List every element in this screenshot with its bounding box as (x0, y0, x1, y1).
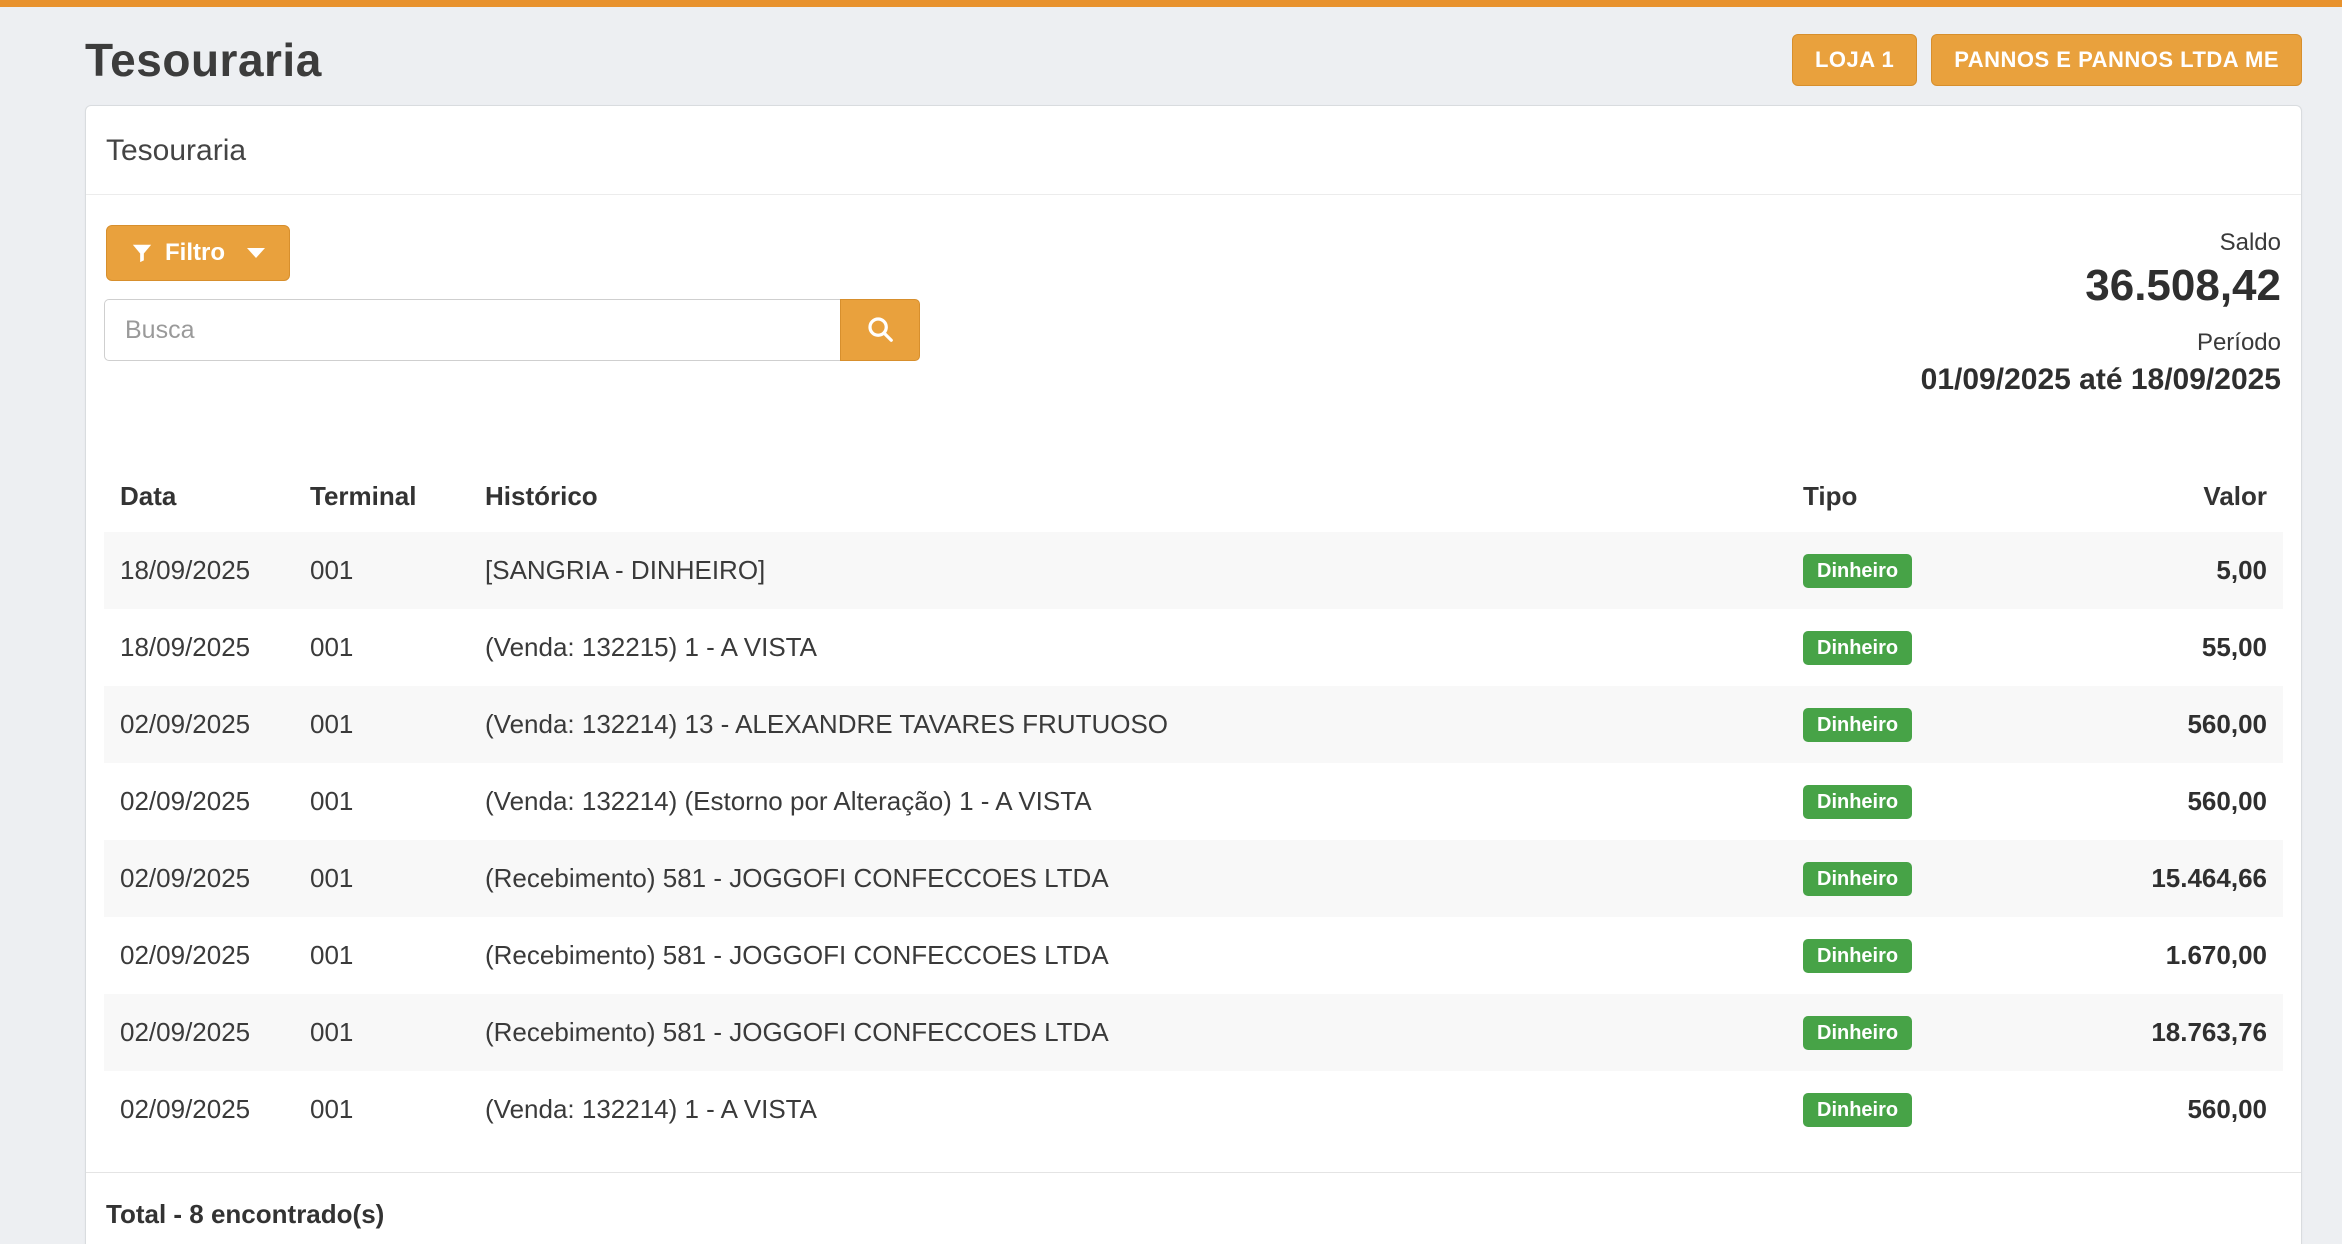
tipo-badge: Dinheiro (1803, 939, 1912, 973)
card-footer: Total - 8 encontrado(s) (86, 1172, 2301, 1244)
saldo-label: Saldo (1921, 229, 2281, 257)
cell-historico: (Venda: 132214) (Estorno por Alteração) … (469, 763, 1787, 840)
saldo-value: 36.508,42 (1921, 261, 2281, 311)
cell-terminal: 001 (294, 763, 469, 840)
tipo-badge: Dinheiro (1803, 708, 1912, 742)
search-group (104, 299, 920, 361)
table-row[interactable]: 18/09/2025 001 [SANGRIA - DINHEIRO] Dinh… (104, 532, 2283, 609)
cell-valor: 55,00 (1987, 609, 2283, 686)
total-count: Total - 8 encontrado(s) (104, 1199, 384, 1229)
tipo-badge: Dinheiro (1803, 1093, 1912, 1127)
cell-tipo: Dinheiro (1787, 609, 1987, 686)
cell-historico: [SANGRIA - DINHEIRO] (469, 532, 1787, 609)
cell-tipo: Dinheiro (1787, 840, 1987, 917)
cell-terminal: 001 (294, 532, 469, 609)
column-header-data: Data (104, 467, 294, 532)
card-header: Tesouraria (86, 106, 2301, 195)
column-header-terminal: Terminal (294, 467, 469, 532)
cell-valor: 560,00 (1987, 1071, 2283, 1148)
tipo-badge: Dinheiro (1803, 554, 1912, 588)
periodo-value: 01/09/2025 até 18/09/2025 (1921, 363, 2281, 397)
cell-valor: 560,00 (1987, 763, 2283, 840)
company-button[interactable]: PANNOS E PANNOS LTDA ME (1931, 34, 2302, 86)
table-header: Data Terminal Histórico Tipo Valor (104, 467, 2283, 532)
cell-historico: (Recebimento) 581 - JOGGOFI CONFECCOES L… (469, 917, 1787, 994)
top-accent-bar (0, 0, 2342, 7)
transactions-table: Data Terminal Histórico Tipo Valor 18/09… (104, 467, 2283, 1148)
tesouraria-card: Tesouraria Filtro (85, 105, 2302, 1244)
cell-terminal: 001 (294, 609, 469, 686)
cell-valor: 5,00 (1987, 532, 2283, 609)
cell-terminal: 001 (294, 840, 469, 917)
cell-historico: (Venda: 132215) 1 - A VISTA (469, 609, 1787, 686)
table-row[interactable]: 02/09/2025 001 (Venda: 132214) 13 - ALEX… (104, 686, 2283, 763)
table-body: 18/09/2025 001 [SANGRIA - DINHEIRO] Dinh… (104, 532, 2283, 1148)
page-title: Tesouraria (85, 33, 322, 87)
cell-valor: 18.763,76 (1987, 994, 2283, 1071)
cell-terminal: 001 (294, 1071, 469, 1148)
summary-panel: Saldo 36.508,42 Período 01/09/2025 até 1… (1921, 225, 2283, 397)
page-header: Tesouraria LOJA 1 PANNOS E PANNOS LTDA M… (0, 7, 2342, 105)
table-row[interactable]: 02/09/2025 001 (Venda: 132214) (Estorno … (104, 763, 2283, 840)
cell-data: 02/09/2025 (104, 840, 294, 917)
search-icon (865, 314, 895, 347)
cell-data: 18/09/2025 (104, 532, 294, 609)
cell-tipo: Dinheiro (1787, 763, 1987, 840)
cell-tipo: Dinheiro (1787, 994, 1987, 1071)
cell-tipo: Dinheiro (1787, 1071, 1987, 1148)
cell-terminal: 001 (294, 994, 469, 1071)
cell-data: 02/09/2025 (104, 994, 294, 1071)
card-body: Filtro Saldo (86, 195, 2301, 1148)
search-input[interactable] (104, 299, 840, 361)
cell-data: 02/09/2025 (104, 917, 294, 994)
cell-terminal: 001 (294, 917, 469, 994)
column-header-valor: Valor (1987, 467, 2283, 532)
toolbar-row: Filtro Saldo (104, 195, 2283, 397)
table-row[interactable]: 02/09/2025 001 (Recebimento) 581 - JOGGO… (104, 917, 2283, 994)
chevron-down-icon (247, 248, 265, 258)
store-button[interactable]: LOJA 1 (1792, 34, 1917, 86)
cell-historico: (Venda: 132214) 1 - A VISTA (469, 1071, 1787, 1148)
filter-search-group: Filtro (104, 225, 920, 361)
tipo-badge: Dinheiro (1803, 862, 1912, 896)
cell-historico: (Recebimento) 581 - JOGGOFI CONFECCOES L… (469, 994, 1787, 1071)
cell-valor: 560,00 (1987, 686, 2283, 763)
tipo-badge: Dinheiro (1803, 1016, 1912, 1050)
cell-data: 02/09/2025 (104, 686, 294, 763)
tipo-badge: Dinheiro (1803, 631, 1912, 665)
header-buttons: LOJA 1 PANNOS E PANNOS LTDA ME (1792, 34, 2302, 86)
cell-historico: (Recebimento) 581 - JOGGOFI CONFECCOES L… (469, 840, 1787, 917)
cell-tipo: Dinheiro (1787, 532, 1987, 609)
search-button[interactable] (840, 299, 920, 361)
filter-dropdown-button[interactable]: Filtro (106, 225, 290, 281)
table-row[interactable]: 02/09/2025 001 (Recebimento) 581 - JOGGO… (104, 994, 2283, 1071)
cell-historico: (Venda: 132214) 13 - ALEXANDRE TAVARES F… (469, 686, 1787, 763)
cell-tipo: Dinheiro (1787, 917, 1987, 994)
cell-data: 02/09/2025 (104, 1071, 294, 1148)
cell-tipo: Dinheiro (1787, 686, 1987, 763)
column-header-historico: Histórico (469, 467, 1787, 532)
table-row[interactable]: 02/09/2025 001 (Venda: 132214) 1 - A VIS… (104, 1071, 2283, 1148)
filter-label: Filtro (165, 239, 225, 267)
table-row[interactable]: 02/09/2025 001 (Recebimento) 581 - JOGGO… (104, 840, 2283, 917)
cell-data: 18/09/2025 (104, 609, 294, 686)
periodo-label: Período (1921, 329, 2281, 357)
filter-funnel-icon (131, 242, 153, 264)
tipo-badge: Dinheiro (1803, 785, 1912, 819)
table-row[interactable]: 18/09/2025 001 (Venda: 132215) 1 - A VIS… (104, 609, 2283, 686)
cell-data: 02/09/2025 (104, 763, 294, 840)
cell-terminal: 001 (294, 686, 469, 763)
column-header-tipo: Tipo (1787, 467, 1987, 532)
cell-valor: 15.464,66 (1987, 840, 2283, 917)
card-title: Tesouraria (104, 134, 246, 167)
cell-valor: 1.670,00 (1987, 917, 2283, 994)
